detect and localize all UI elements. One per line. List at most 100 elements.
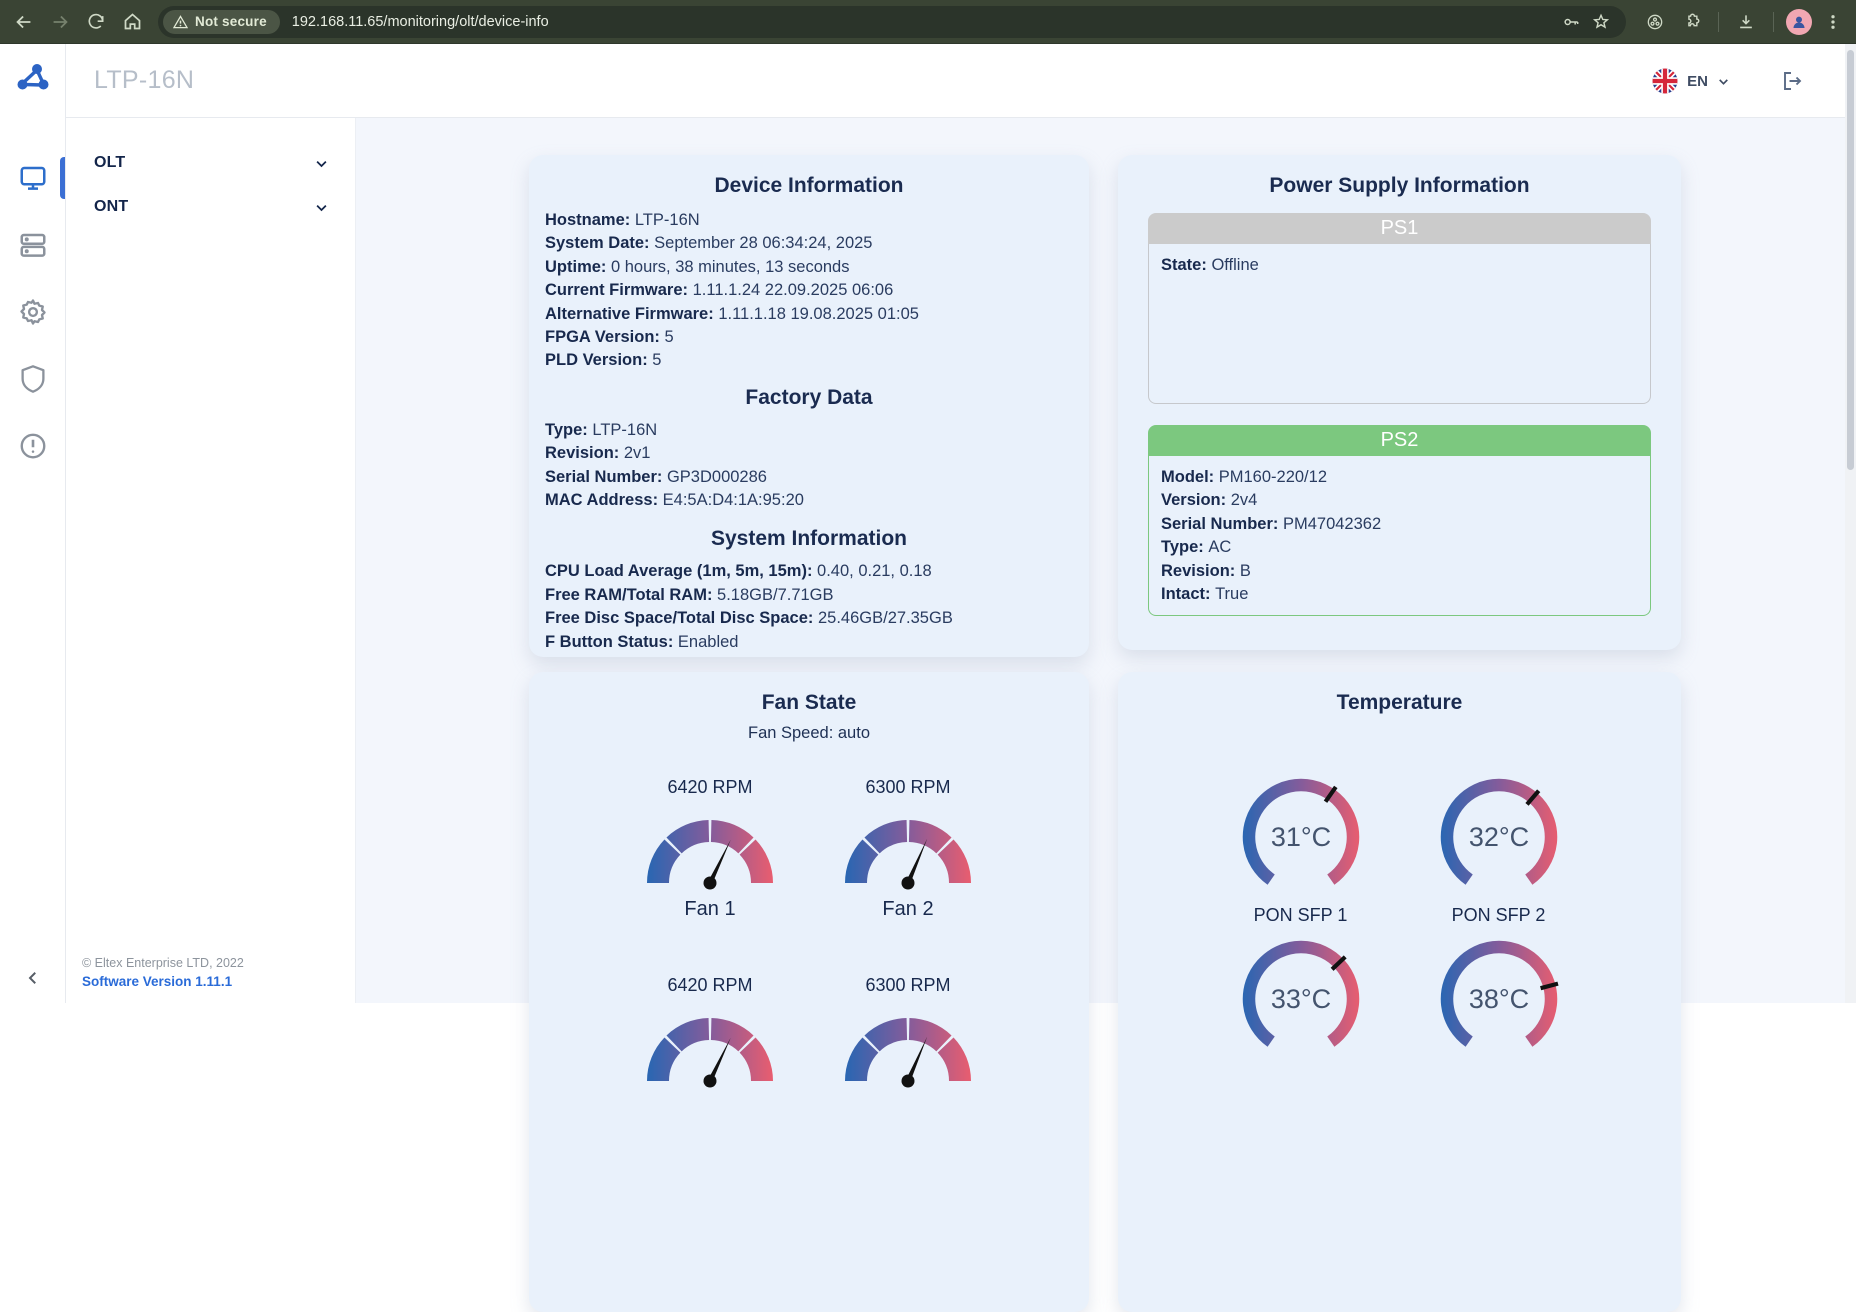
system-information-rows: CPU Load Average (1m, 5m, 15m): 0.40, 0.…	[545, 560, 1073, 654]
logout-button[interactable]	[1780, 69, 1804, 93]
temperature-sensor-label	[1210, 1064, 1392, 1090]
info-row: Version: 2v4	[1161, 489, 1638, 512]
chevron-down-icon	[314, 156, 329, 171]
sidebar-item-alerts[interactable]	[0, 412, 65, 479]
card-title: Fan State	[529, 672, 1089, 718]
bookmark-star-icon[interactable]	[1586, 7, 1616, 37]
info-row: Revision: B	[1161, 560, 1638, 583]
eltex-logo	[15, 62, 51, 98]
device-information-card: Device Information Hostname: LTP-16NSyst…	[529, 155, 1089, 657]
temperature-gauge: 31°CPON SFP 1	[1210, 774, 1392, 928]
svg-text:38°C: 38°C	[1468, 984, 1528, 1014]
home-icon	[122, 11, 143, 32]
language-selector[interactable]: EN	[1652, 68, 1730, 94]
nav-item-label: ONT	[94, 198, 128, 216]
fan-gauge: 6420 RPMFan 1	[619, 775, 801, 923]
downloads-icon[interactable]	[1731, 7, 1761, 37]
kebab-menu-icon	[1824, 13, 1842, 31]
security-badge[interactable]: Not secure	[163, 10, 280, 34]
address-bar[interactable]: Not secure 192.168.11.65/monitoring/olt/…	[158, 6, 1626, 38]
power-supply-blocks: PS1State: Offline PS2Model: PM160-220/12V…	[1148, 213, 1651, 616]
active-indicator	[60, 157, 65, 199]
extensions-puzzle-icon[interactable]	[1676, 7, 1706, 37]
sidebar-item-monitoring[interactable]	[0, 144, 65, 211]
temperature-sensor-label: PON SFP 2	[1408, 902, 1590, 928]
software-version-link[interactable]: Software Version 1.11.1	[82, 974, 244, 989]
back-arrow-icon	[13, 11, 35, 33]
page-title: LTP-16N	[94, 66, 194, 95]
security-badge-label: Not secure	[195, 14, 267, 29]
info-row: Serial Number: GP3D000286	[545, 466, 1073, 489]
info-row: System Date: September 28 06:34:24, 2025	[545, 232, 1073, 255]
page-scrollbar	[1845, 44, 1856, 1003]
power-supply-ps1: PS1State: Offline	[1148, 213, 1651, 404]
info-row: Uptime: 0 hours, 38 minutes, 13 seconds	[545, 256, 1073, 279]
info-row: MAC Address: E4:5A:D4:1A:95:20	[545, 489, 1073, 512]
nav-item-olt[interactable]: OLT	[66, 141, 355, 185]
home-button[interactable]	[114, 4, 150, 40]
sidebar-item-devices[interactable]	[0, 211, 65, 278]
info-row: Free Disc Space/Total Disc Space: 25.46G…	[545, 607, 1073, 630]
sidebar-item-settings[interactable]	[0, 278, 65, 345]
temperature-gauge: 38°C	[1408, 936, 1590, 1090]
reading-mode-icon[interactable]	[1640, 7, 1670, 37]
forward-arrow-icon	[49, 11, 71, 33]
reload-icon	[86, 12, 106, 32]
svg-text:33°C: 33°C	[1270, 984, 1330, 1014]
fan-rpm-value: 6300 RPM	[817, 973, 999, 997]
card-title: Power Supply Information	[1148, 155, 1651, 201]
info-row: CPU Load Average (1m, 5m, 15m): 0.40, 0.…	[545, 560, 1073, 583]
svg-text:32°C: 32°C	[1468, 822, 1528, 852]
fan-gauge: 6300 RPM	[817, 973, 999, 1093]
toolbar-divider-2	[1773, 12, 1774, 32]
temperature-sensor-label: PON SFP 1	[1210, 902, 1392, 928]
scrollbar-thumb[interactable]	[1847, 50, 1854, 470]
power-supply-body: Model: PM160-220/12Version: 2v4Serial Nu…	[1148, 456, 1651, 616]
info-row: F Button Status: Enabled	[545, 631, 1073, 654]
nav-item-ont[interactable]: ONT	[66, 185, 355, 229]
fan-gauge: 6300 RPMFan 2	[817, 775, 999, 923]
temperature-gauge: 32°C PON SFP 2	[1408, 774, 1590, 928]
info-row: Current Firmware: 1.11.1.24 22.09.2025 0…	[545, 279, 1073, 302]
avatar-person-icon	[1791, 14, 1807, 30]
sidebar-footer: © Eltex Enterprise LTD, 2022 Software Ve…	[82, 956, 244, 989]
shield-icon	[19, 364, 47, 394]
profile-avatar[interactable]	[1786, 9, 1812, 35]
info-row: Serial Number: PM47042362	[1161, 513, 1638, 536]
alert-circle-icon	[18, 431, 48, 461]
fan-name: Fan 1	[619, 895, 801, 923]
back-button[interactable]	[6, 4, 42, 40]
monitor-icon	[18, 163, 48, 193]
menu-button[interactable]	[1818, 4, 1848, 40]
card-title: Temperature	[1118, 672, 1681, 718]
app-header: LTP-16N EN	[66, 44, 1856, 118]
temperature-sensor-label	[1408, 1064, 1590, 1090]
info-row: Free RAM/Total RAM: 5.18GB/7.71GB	[545, 584, 1073, 607]
factory-data-title: Factory Data	[545, 383, 1073, 413]
info-row: Alternative Firmware: 1.11.1.18 19.08.20…	[545, 303, 1073, 326]
uk-flag-icon	[1652, 68, 1678, 94]
fan-speed-subtitle: Fan Speed: auto	[529, 722, 1089, 745]
side-nav: OLT ONT © Eltex Enterprise LTD, 2022 Sof…	[66, 118, 356, 1003]
browser-toolbar: Not secure 192.168.11.65/monitoring/olt/…	[0, 0, 1856, 44]
fan-gauge: 6420 RPM	[619, 973, 801, 1093]
main-content: Device Information Hostname: LTP-16NSyst…	[356, 118, 1856, 1003]
info-row: Intact: True	[1161, 583, 1638, 606]
collapse-sidebar-button[interactable]	[0, 969, 65, 987]
sidebar-item-security[interactable]	[0, 345, 65, 412]
fan-gauges: 6420 RPMFan 16300 RPMFan 26420 RPM 6300 R…	[529, 775, 1089, 1093]
info-row: Type: LTP-16N	[545, 419, 1073, 442]
reload-button[interactable]	[78, 4, 114, 40]
info-row: Type: AC	[1161, 536, 1638, 559]
warning-icon	[173, 15, 188, 29]
copyright-text: © Eltex Enterprise LTD, 2022	[82, 956, 244, 970]
info-row: State: Offline	[1161, 254, 1638, 277]
info-row: Revision: 2v1	[545, 442, 1073, 465]
card-title: Device Information	[545, 155, 1073, 201]
temperature-gauge: 33°C	[1210, 936, 1392, 1090]
info-row: FPGA Version: 5	[545, 326, 1073, 349]
info-row: PLD Version: 5	[545, 349, 1073, 372]
forward-button[interactable]	[42, 4, 78, 40]
power-supply-ps2: PS2Model: PM160-220/12Version: 2v4Serial…	[1148, 425, 1651, 616]
passwords-key-icon[interactable]	[1556, 7, 1586, 37]
